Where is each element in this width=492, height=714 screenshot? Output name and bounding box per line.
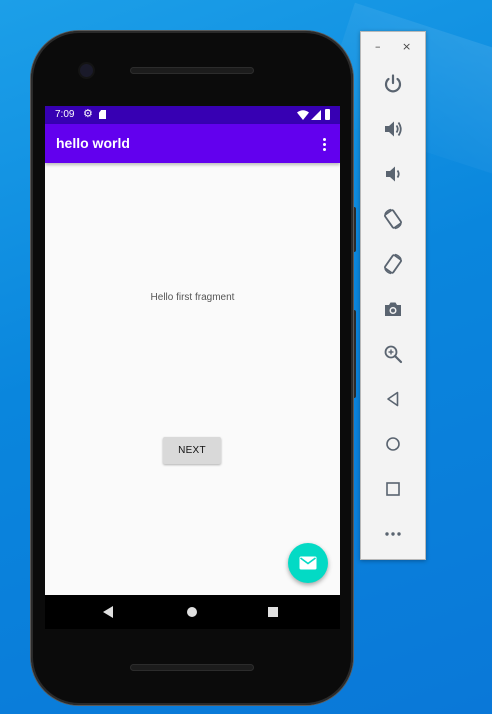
nav-recents-icon[interactable] <box>268 607 278 617</box>
volume-down-icon[interactable] <box>382 163 404 185</box>
battery-icon <box>325 109 330 120</box>
overflow-menu-icon[interactable] <box>317 134 331 154</box>
signal-icon <box>311 110 321 120</box>
emulator-toolbar: – × <box>360 31 426 560</box>
minimize-button[interactable]: – <box>375 40 381 53</box>
overflow-dot <box>322 137 326 141</box>
android-nav-bar <box>45 595 340 629</box>
nav-home-icon[interactable] <box>187 607 197 617</box>
fab-email-button[interactable] <box>288 543 328 583</box>
sd-card-icon <box>99 110 106 119</box>
mail-icon <box>299 556 317 570</box>
zoom-icon[interactable] <box>382 343 404 365</box>
settings-gear-icon: ⚙ <box>83 107 93 120</box>
close-button[interactable]: × <box>402 40 411 53</box>
rotate-left-icon[interactable] <box>382 208 404 230</box>
bottom-speaker <box>130 664 254 671</box>
camera-icon[interactable] <box>382 298 404 320</box>
more-icon[interactable] <box>382 523 404 545</box>
overview-icon[interactable] <box>382 478 404 500</box>
back-icon[interactable] <box>382 388 404 410</box>
nav-back-icon[interactable] <box>103 606 113 618</box>
fragment-text: Hello first fragment <box>150 292 235 303</box>
overflow-dot <box>322 142 326 146</box>
power-icon[interactable] <box>382 73 404 95</box>
device-screen: 7:09 ⚙ hello world Hello first fragment … <box>45 106 340 595</box>
overflow-dot <box>322 147 326 151</box>
app-title: hello world <box>56 135 130 151</box>
status-time: 7:09 <box>55 109 75 120</box>
app-bar: hello world <box>45 124 340 163</box>
next-button[interactable]: NEXT <box>163 437 221 464</box>
top-speaker <box>130 67 254 74</box>
home-icon[interactable] <box>382 433 404 455</box>
front-camera <box>80 64 93 77</box>
status-bar: 7:09 ⚙ <box>45 106 340 124</box>
rotate-right-icon[interactable] <box>382 253 404 275</box>
volume-up-icon[interactable] <box>382 118 404 140</box>
wifi-icon <box>297 110 309 120</box>
